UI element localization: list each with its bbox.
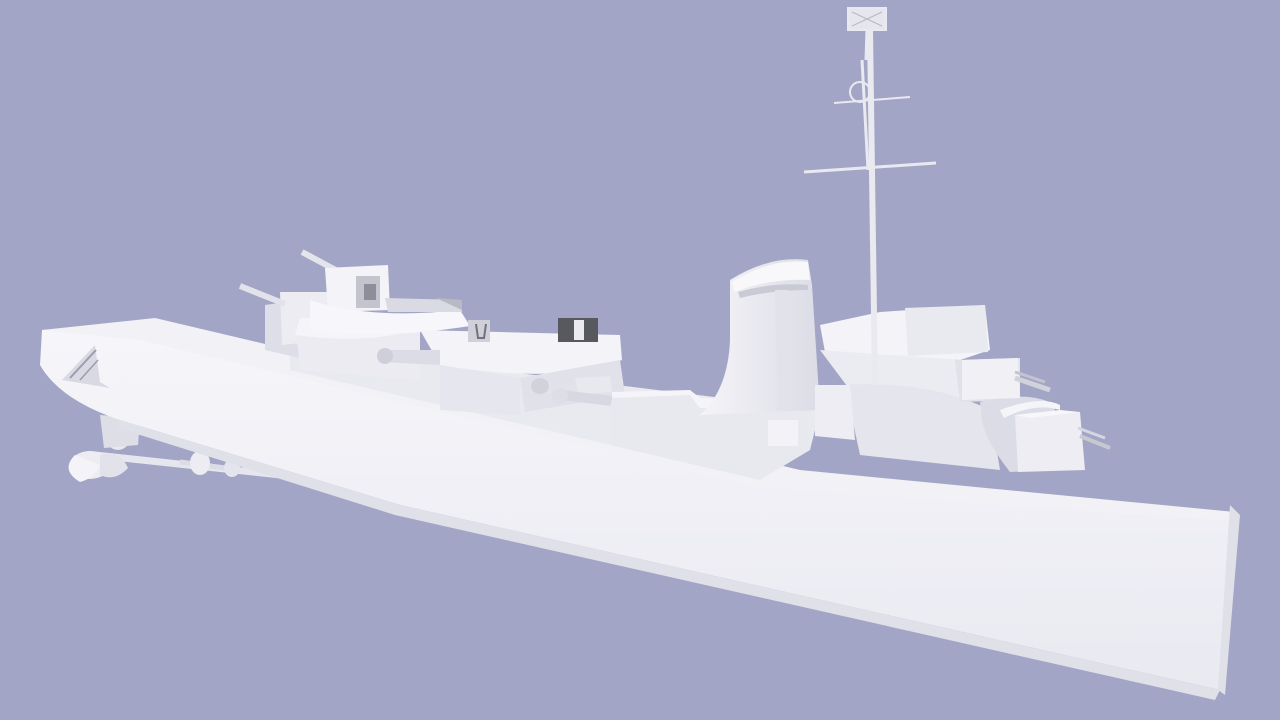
ship-model-render <box>0 0 1280 720</box>
deck-hatch <box>768 420 798 446</box>
render-viewport <box>0 0 1280 720</box>
